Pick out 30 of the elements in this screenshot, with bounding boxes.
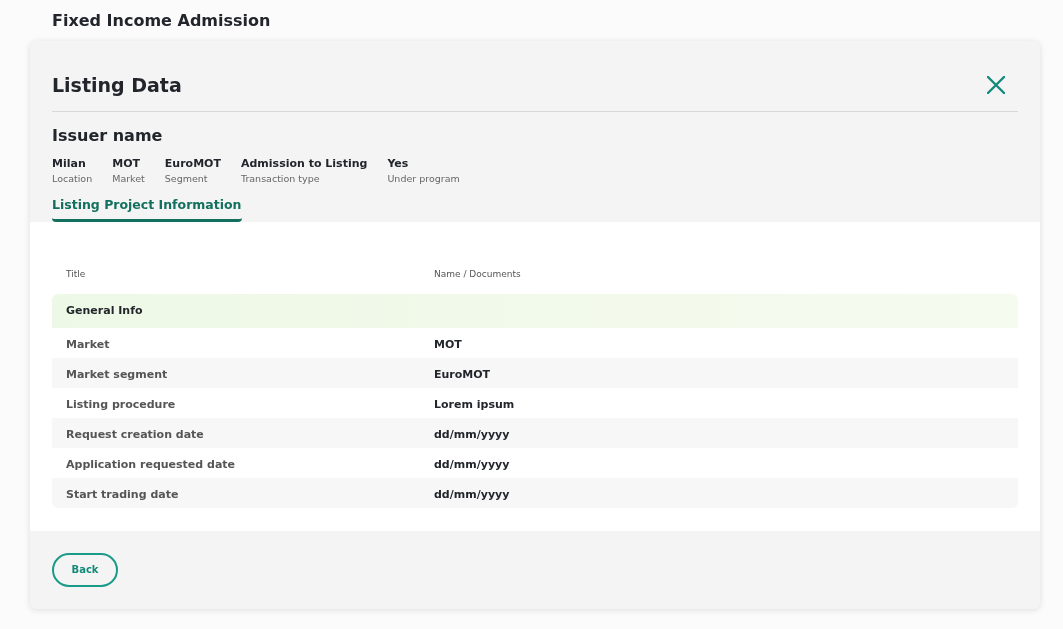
field-value: MOT: [434, 337, 462, 351]
field-label: Market segment: [66, 367, 168, 381]
summary-label: Market: [112, 172, 145, 186]
summary-value: MOT: [112, 156, 141, 172]
field-value: dd/mm/yyyy: [434, 457, 510, 471]
field-label: Market: [66, 337, 110, 351]
back-button[interactable]: Back: [52, 552, 118, 587]
summary-label: Under program: [387, 172, 460, 186]
summary-label: Transaction type: [241, 172, 321, 186]
field-label: Application requested date: [66, 457, 236, 471]
summary-value: Milan: [52, 156, 87, 172]
field-value: EuroMOT: [434, 367, 491, 381]
page-title: Fixed Income Admission: [52, 10, 271, 32]
field-label: Request creation date: [66, 427, 204, 441]
summary-value: EuroMOT: [164, 156, 221, 172]
dialog-title: Listing Data: [52, 72, 182, 98]
field-value: Lorem ipsum: [434, 397, 515, 411]
summary-value: Admission to Listing: [241, 156, 368, 172]
summary-value: Yes: [387, 156, 410, 172]
issuer-name: Issuer name: [52, 125, 163, 147]
field-label: Listing procedure: [66, 397, 176, 411]
close-button[interactable]: [984, 73, 1008, 97]
summary-label: Segment: [164, 172, 209, 186]
column-header: Title: [66, 268, 86, 279]
summary-label: Location: [52, 172, 93, 186]
column-header: Name / Documents: [434, 268, 521, 279]
field-value: dd/mm/yyyy: [434, 487, 510, 501]
field-value: dd/mm/yyyy: [434, 427, 510, 441]
field-label: Start trading date: [66, 487, 179, 501]
section-title: General Info: [66, 302, 143, 319]
